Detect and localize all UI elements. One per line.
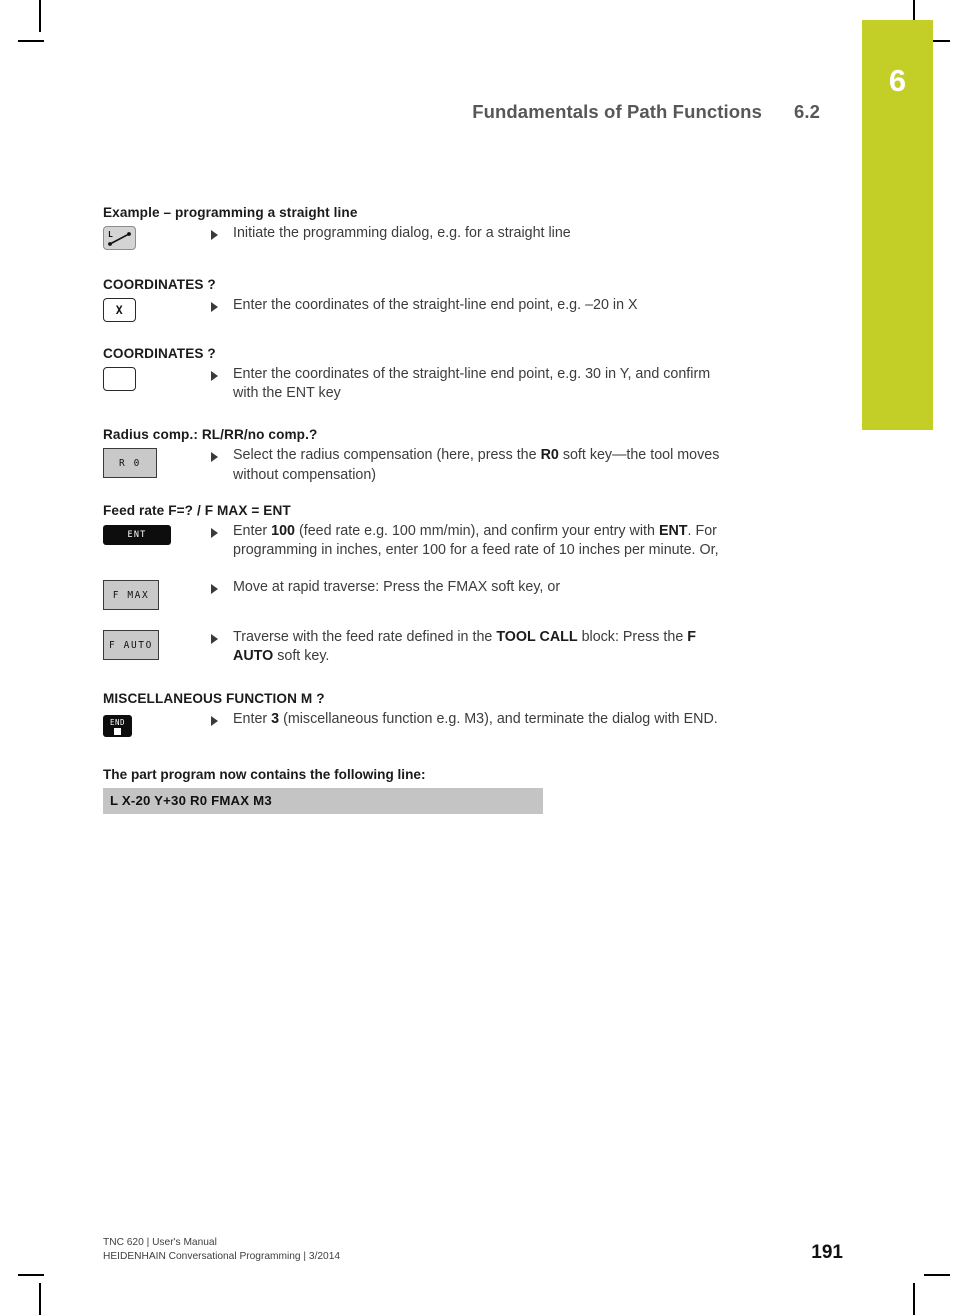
bullet [211,578,233,595]
footer-line-1: TNC 620 | User's Manual [103,1237,217,1248]
crop-mark-bottom-left-vertical [39,1283,41,1315]
step-straight-line: L Initiate the programming dialog, e.g. … [103,224,723,253]
end-key-label: END [109,717,126,727]
crop-mark-bottom-right-vertical [913,1283,915,1315]
footer-imprint: TNC 620 | User's Manual HEIDENHAIN Conve… [103,1236,340,1264]
bullet [211,296,233,312]
key-cell: F MAX [103,578,211,611]
footer-line-2: HEIDENHAIN Conversational Programming | … [103,1251,341,1262]
dialog-heading-misc-function: MISCELLANEOUS FUNCTION M ? [103,690,325,706]
bullet [211,628,233,645]
running-head-title: Fundamentals of Path Functions [472,101,762,122]
triangle-bullet-icon [211,634,218,645]
step-text: Enter the coordinates of the straight-li… [233,297,638,313]
key-cell: X [103,296,211,322]
key-cell [103,365,211,396]
step-text: Enter 100 (feed rate e.g. 100 mm/min), a… [233,522,719,559]
triangle-bullet-icon [211,302,218,312]
svg-text:L: L [108,230,113,239]
ent-key-icon[interactable]: ENT [103,524,171,545]
triangle-bullet-icon [211,584,218,595]
triangle-bullet-icon [211,527,218,538]
step-feed-rate-ent: ENT Enter 100 (feed rate e.g. 100 mm/min… [103,522,723,560]
program-line: L X-20 Y+30 R0 FMAX M3 [103,787,543,814]
step-text: Enter 3 (miscellaneous function e.g. M3)… [233,710,718,727]
chapter-thumb-tab: 6 [862,20,933,430]
triangle-bullet-icon [211,715,218,726]
key-cell: F AUTO [103,628,211,661]
key-cell: R 0 [103,446,211,479]
page-number: 191 [811,1242,843,1263]
step-coordinates-x: X Enter the coordinates of the straight-… [103,296,723,322]
page-footer: TNC 620 | User's Manual HEIDENHAIN Conve… [103,1236,843,1264]
dialog-heading-radius-comp: Radius comp.: RL/RR/no comp.? [103,427,318,443]
fauto-soft-key-icon[interactable]: F AUTO [103,630,159,661]
step-feed-rate-fmax: F MAX Move at rapid traverse: Press the … [103,578,723,611]
blank-axis-key-icon[interactable] [103,367,136,391]
page-content: Example – programming a straight line L … [103,205,723,814]
crop-mark-top-left-horizontal [18,40,44,42]
bullet [211,522,233,538]
step-misc-function: END Enter 3 (miscellaneous function e.g.… [103,710,723,737]
step-radius-comp: R 0 Select the radius compensation (here… [103,446,723,484]
key-cell: L [103,224,211,253]
step-text: Select the radius compensation (here, pr… [233,447,720,483]
running-head-section: 6.2 [793,101,820,122]
triangle-bullet-icon [211,230,218,240]
bullet [211,224,233,240]
chapter-number: 6 [888,63,907,98]
step-text: Initiate the programming dialog, e.g. fo… [233,225,571,241]
example-heading: Example – programming a straight line [103,205,358,220]
x-axis-key-icon[interactable]: X [103,298,136,322]
dialog-heading-coordinates-x: COORDINATES ? [103,277,216,292]
triangle-bullet-icon [211,452,218,463]
r0-soft-key-icon[interactable]: R 0 [103,448,157,479]
program-block-heading: The part program now contains the follow… [103,766,426,782]
dialog-heading-feed-rate: Feed rate F=? / F MAX = ENT [103,502,291,518]
crop-mark-bottom-left-horizontal [18,1274,44,1276]
step-text: Move at rapid traverse: Press the FMAX s… [233,579,561,596]
dialog-heading-coordinates-y: COORDINATES ? [103,346,216,361]
step-coordinates-y: Enter the coordinates of the straight-li… [103,365,723,403]
bullet [211,365,233,381]
end-key-icon[interactable]: END [103,714,132,737]
step-text: Enter the coordinates of the straight-li… [233,366,711,402]
bullet [211,710,233,726]
straight-line-glyph: L [108,230,131,246]
key-cell: END [103,710,211,737]
crop-mark-top-left-vertical [39,0,41,32]
fmax-soft-key-icon[interactable]: F MAX [103,580,159,611]
step-text: Traverse with the feed rate defined in t… [233,629,696,665]
bullet [211,446,233,463]
end-key-square-glyph [114,727,121,735]
triangle-bullet-icon [211,371,218,381]
key-cell: ENT [103,522,211,545]
step-feed-rate-fauto: F AUTO Traverse with the feed rate defin… [103,628,723,666]
running-head: Fundamentals of Path Functions 6.2 [0,101,820,123]
crop-mark-bottom-right-horizontal [924,1274,950,1276]
straight-line-key-icon[interactable]: L [103,226,136,250]
